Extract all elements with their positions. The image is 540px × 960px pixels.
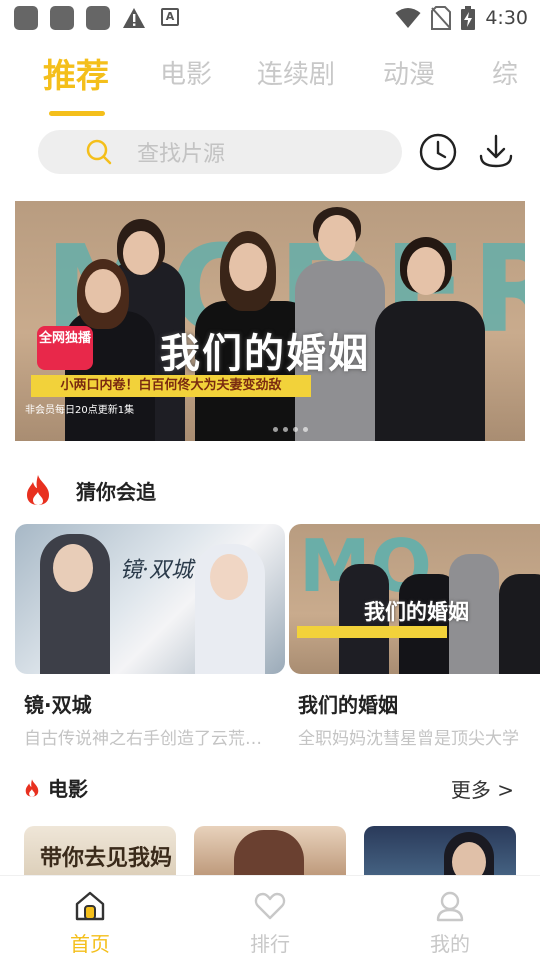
nav-home[interactable]: 首页 bbox=[40, 890, 140, 957]
banner-title: 我们的婚姻 bbox=[160, 330, 370, 377]
banner-update-note: 非会员每日20点更新1集 bbox=[25, 405, 135, 416]
app-notification-icon bbox=[50, 6, 74, 30]
more-movies-link[interactable]: 更多 > bbox=[451, 774, 514, 803]
poster-title: 带你去见我妈 bbox=[40, 845, 173, 871]
search-bar[interactable]: 查找片源 bbox=[38, 130, 402, 174]
banner-slogan: 小两口内卷！白百何佟大为夫妻变劲敌 bbox=[31, 375, 311, 397]
card-image-title: 我们的婚姻 bbox=[364, 599, 469, 624]
search-icon bbox=[86, 139, 112, 165]
cast-figure bbox=[210, 554, 248, 600]
warning-icon bbox=[123, 8, 145, 28]
nav-profile[interactable]: 我的 bbox=[400, 890, 500, 957]
app-notification-icon bbox=[86, 6, 110, 30]
card-description: 自古传说神之右手创造了云荒… bbox=[24, 729, 262, 749]
carousel-dot bbox=[303, 427, 308, 432]
tab-recommend[interactable]: 推荐 bbox=[43, 54, 109, 97]
carousel-dots bbox=[273, 427, 308, 432]
status-time: 4:30 bbox=[485, 7, 528, 29]
font-icon: A bbox=[161, 8, 179, 26]
card-image-title: 镜·双城 bbox=[120, 558, 193, 583]
heart-icon bbox=[254, 892, 286, 920]
bottom-navigation: 首页 排行 我的 bbox=[0, 875, 540, 960]
nav-label: 排行 bbox=[250, 932, 290, 956]
recommend-card[interactable]: 镜·双城 镜·双城 自古传说神之右手创造了云荒… bbox=[15, 524, 285, 749]
battery-charging-icon bbox=[461, 6, 476, 30]
movie-section-header: 电影 bbox=[24, 773, 88, 802]
carousel-dot bbox=[283, 427, 288, 432]
nav-ranking[interactable]: 排行 bbox=[220, 890, 320, 957]
nav-label: 首页 bbox=[70, 932, 110, 956]
cast-figure bbox=[85, 269, 121, 313]
section-title: 电影 bbox=[48, 777, 88, 801]
category-tabs: 推荐 电影 连续剧 动漫 综 bbox=[0, 54, 540, 114]
card-description: 全职妈妈沈彗星曾是顶尖大学 bbox=[298, 729, 519, 749]
fire-icon bbox=[27, 475, 49, 505]
carousel-dot bbox=[293, 427, 298, 432]
tab-series[interactable]: 连续剧 bbox=[257, 54, 335, 91]
section-title: 猜你会追 bbox=[76, 479, 156, 504]
fire-icon bbox=[25, 778, 39, 797]
recommend-card[interactable]: MO 我们的婚姻 我们的婚姻 全职妈妈沈彗星曾是顶尖大学 bbox=[289, 524, 540, 749]
no-sim-icon bbox=[431, 6, 452, 30]
status-bar: A 4:30 bbox=[0, 0, 540, 36]
card-thumbnail: MO 我们的婚姻 bbox=[289, 524, 540, 674]
cast-figure bbox=[123, 231, 159, 275]
cast-figure bbox=[53, 544, 93, 592]
card-slogan-strip bbox=[297, 626, 447, 638]
tab-anime[interactable]: 动漫 bbox=[383, 54, 435, 91]
wifi-icon bbox=[395, 8, 421, 28]
cast-figure bbox=[407, 247, 445, 295]
search-placeholder: 查找片源 bbox=[137, 142, 226, 167]
cast-figure bbox=[375, 301, 485, 441]
history-icon[interactable] bbox=[419, 133, 457, 171]
card-title: 我们的婚姻 bbox=[298, 693, 398, 717]
active-tab-indicator bbox=[49, 111, 105, 116]
carousel-dot bbox=[273, 427, 278, 432]
download-icon[interactable] bbox=[477, 132, 515, 170]
featured-banner[interactable]: MODERN 我们的婚姻 全网独播 小两口内卷！白百何佟大为夫妻变劲敌 非会员每… bbox=[15, 201, 525, 441]
card-thumbnail: 镜·双城 bbox=[15, 524, 285, 674]
cast-figure bbox=[229, 243, 267, 291]
exclusive-badge: 全网独播 bbox=[37, 326, 93, 370]
cast-figure bbox=[318, 215, 356, 261]
tab-variety[interactable]: 综 bbox=[492, 54, 518, 91]
user-icon bbox=[436, 891, 464, 922]
cast-figure bbox=[499, 574, 540, 674]
nav-label: 我的 bbox=[430, 932, 470, 956]
recommend-section-header: 猜你会追 bbox=[24, 474, 156, 506]
app-notification-icon bbox=[14, 6, 38, 30]
tab-movie[interactable]: 电影 bbox=[160, 54, 212, 91]
home-icon bbox=[75, 891, 105, 921]
card-title: 镜·双城 bbox=[24, 693, 92, 717]
